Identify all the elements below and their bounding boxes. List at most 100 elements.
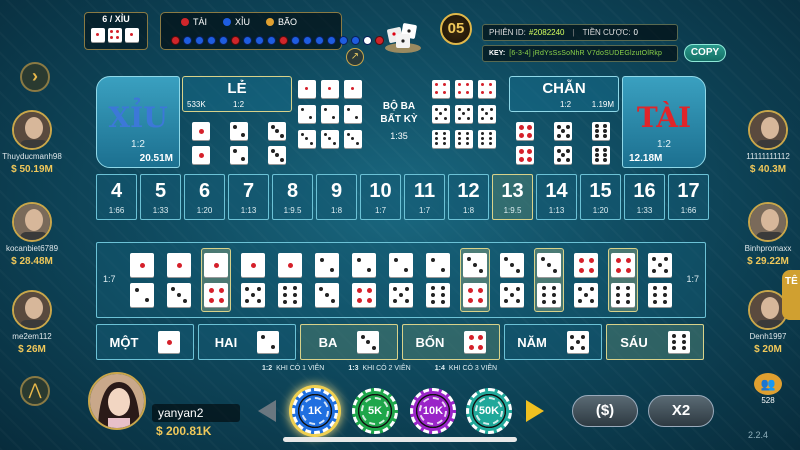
die-face-5-icon	[241, 283, 265, 307]
bet-xiu[interactable]: XỈU 1:2 20.51M	[96, 76, 180, 168]
combo-2-4[interactable]	[349, 248, 379, 312]
die-face-2-icon	[389, 253, 413, 277]
combo-odds-right: 1:7	[686, 274, 699, 284]
home-indicator[interactable]	[283, 437, 517, 442]
total-15[interactable]: 15 1:20	[580, 174, 621, 220]
die-face-4-icon	[464, 331, 487, 353]
total-17[interactable]: 17 1:66	[668, 174, 709, 220]
combo-3-6[interactable]	[534, 248, 564, 312]
chip-10K[interactable]: 10K	[410, 388, 456, 434]
bet-any-triple[interactable]: BỘ BA BẤT KỲ 1:35	[374, 100, 424, 143]
chip-5K[interactable]: 5K	[352, 388, 398, 434]
die-face-6-icon	[455, 130, 473, 148]
double-6[interactable]	[592, 122, 610, 164]
history-legend-item: XỈU	[223, 17, 250, 27]
double-4[interactable]	[516, 122, 534, 164]
triple-2[interactable]	[298, 105, 362, 123]
key-label: KEY:	[489, 50, 506, 57]
die-face-4-icon	[516, 146, 534, 164]
single-4[interactable]: BỐN	[402, 324, 500, 360]
history-panel[interactable]: TÀI XỈU BÃO	[160, 12, 384, 50]
player-left-3[interactable]: me2em112 $ 26M	[0, 290, 74, 360]
double-1[interactable]	[192, 122, 210, 164]
die-face-3-icon	[500, 253, 524, 277]
bet-chan[interactable]: CHẴN 1:2 1.19M	[509, 76, 619, 112]
side-tab[interactable]: TÊ	[782, 270, 800, 320]
single-5[interactable]: NĂM	[504, 324, 602, 360]
total-10[interactable]: 10 1:7	[360, 174, 401, 220]
key-info: KEY: [6-3-4] jRdYsSsSoNhR V7doSUDEGlzutO…	[482, 45, 678, 62]
rebet-button[interactable]: ($)	[572, 395, 638, 427]
my-avatar[interactable]	[88, 372, 146, 430]
player-avatar	[12, 110, 52, 150]
combo-5-6[interactable]	[645, 248, 675, 312]
triple-4[interactable]	[432, 80, 496, 98]
die-face-3-icon	[463, 253, 487, 277]
total-16[interactable]: 16 1:33	[624, 174, 665, 220]
total-4[interactable]: 4 1:66	[96, 174, 137, 220]
die-face-5-icon	[566, 331, 589, 353]
chip-50K[interactable]: 50K	[466, 388, 512, 434]
triple-6[interactable]	[432, 130, 496, 148]
copy-button[interactable]: COPY	[684, 44, 726, 62]
bet-tai[interactable]: TÀI 1:2 12.18M	[622, 76, 706, 168]
chip-value: 50K	[475, 397, 503, 425]
combo-3-5[interactable]	[497, 248, 527, 312]
combo-1-3[interactable]	[164, 248, 194, 312]
double-2[interactable]	[230, 122, 248, 164]
total-14[interactable]: 14 1:13	[536, 174, 577, 220]
triple-5[interactable]	[432, 105, 496, 123]
payout-rule: 1:4 KHI CÓ 3 VIÊN	[435, 365, 497, 372]
die-face-2-icon	[230, 122, 248, 140]
combinations-row: 1:7 1:7	[96, 242, 706, 318]
history-result-dot	[327, 36, 336, 45]
history-result-dot	[267, 36, 276, 45]
total-12[interactable]: 12 1:8	[448, 174, 489, 220]
chips-next-icon[interactable]	[526, 400, 544, 422]
history-chart-icon[interactable]: ↗	[346, 48, 364, 66]
combo-2-6[interactable]	[423, 248, 453, 312]
total-number: 14	[545, 180, 568, 202]
combo-4-5[interactable]	[571, 248, 601, 312]
online-users[interactable]: 👥 528	[752, 373, 784, 407]
triple-3[interactable]	[298, 130, 362, 148]
total-13[interactable]: 13 1:9.5	[492, 174, 533, 220]
double-3[interactable]	[268, 122, 286, 164]
total-7[interactable]: 7 1:13	[228, 174, 269, 220]
combo-2-3[interactable]	[312, 248, 342, 312]
die-face-5-icon	[554, 122, 572, 140]
combo-1-5[interactable]	[238, 248, 268, 312]
combo-4-6[interactable]	[608, 248, 638, 312]
bet-le[interactable]: LẺ 533K 1:2	[182, 76, 292, 112]
single-2[interactable]: HAI	[198, 324, 296, 360]
combo-1-6[interactable]	[275, 248, 305, 312]
player-right-1[interactable]: 11111111112 $ 40.3M	[726, 110, 800, 180]
statistics-button[interactable]: ⋀	[20, 376, 50, 406]
total-11[interactable]: 11 1:7	[404, 174, 445, 220]
double-bet-button[interactable]: X2	[648, 395, 714, 427]
player-left-2[interactable]: kocanbiet6789 $ 28.48M	[0, 202, 74, 272]
combo-2-5[interactable]	[386, 248, 416, 312]
chip-1K[interactable]: 1K	[292, 388, 338, 434]
total-9[interactable]: 9 1:8	[316, 174, 357, 220]
player-balance: $ 26M	[18, 344, 46, 355]
single-3[interactable]: BA	[300, 324, 398, 360]
total-8[interactable]: 8 1:9.5	[272, 174, 313, 220]
total-5[interactable]: 5 1:33	[140, 174, 181, 220]
single-6[interactable]: SÁU	[606, 324, 704, 360]
menu-arrow-button[interactable]: ›	[20, 62, 50, 92]
triple-1[interactable]	[298, 80, 362, 98]
single-1[interactable]: MỘT	[96, 324, 194, 360]
player-balance: $ 40.3M	[749, 164, 787, 175]
combo-3-4[interactable]	[460, 248, 490, 312]
combo-1-2[interactable]	[127, 248, 157, 312]
player-left-1[interactable]: Thuyducmanh98 $ 50.19M	[0, 110, 74, 180]
double-5[interactable]	[554, 122, 572, 164]
player-right-2[interactable]: Binhpromaxx $ 29.22M	[726, 202, 800, 272]
total-odds: 1:20	[196, 206, 213, 215]
combo-1-4[interactable]	[201, 248, 231, 312]
total-6[interactable]: 6 1:20	[184, 174, 225, 220]
chips-prev-icon[interactable]	[258, 400, 276, 422]
die-face-6-icon	[611, 283, 635, 307]
player-avatar	[12, 202, 52, 242]
